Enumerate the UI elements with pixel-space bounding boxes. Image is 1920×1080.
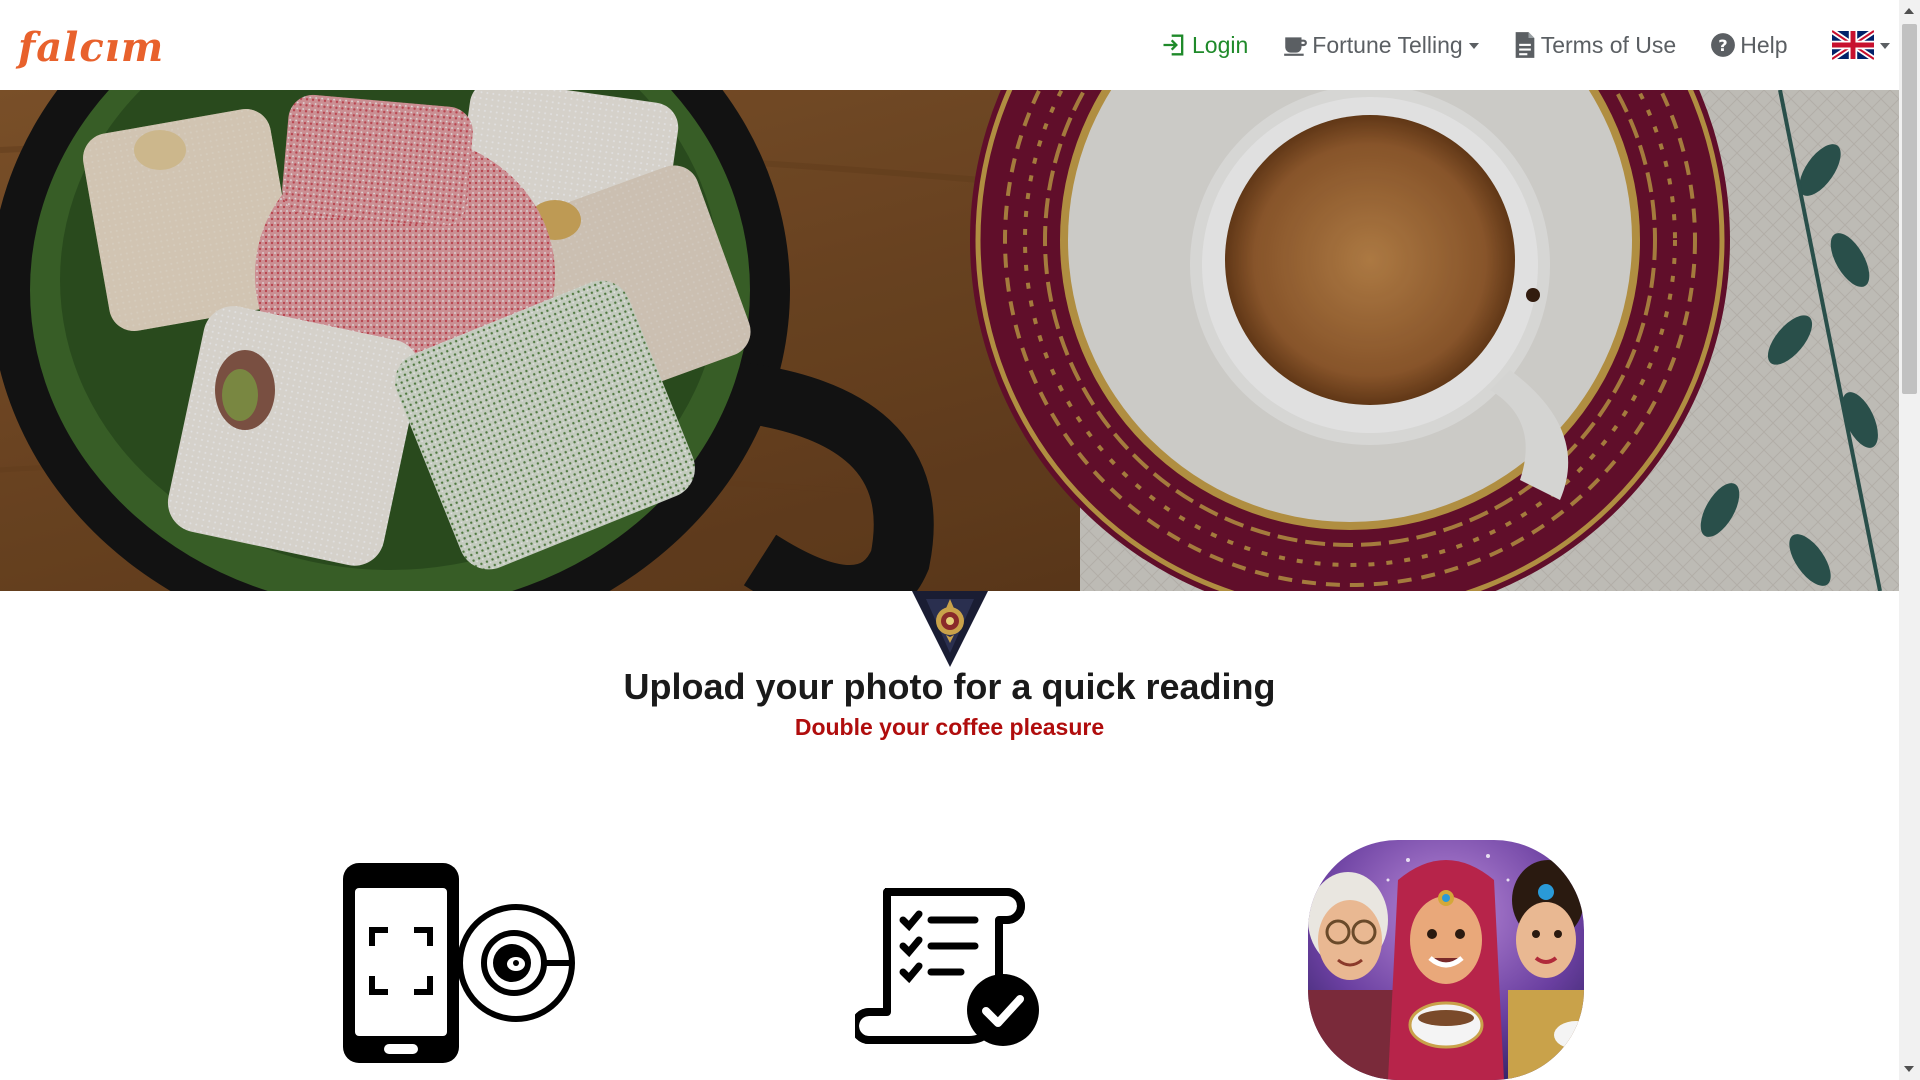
hero-banner [0,90,1899,591]
top-navbar: falcım Login Fortune Telling Terms of Us… [0,0,1899,90]
brand-logo-text: falcım [18,24,165,71]
fortune-tellers-illustration [1308,840,1584,1080]
chevron-down-icon [1879,43,1890,49]
checklist-scroll-icon [855,888,1039,1046]
fortune-telling-label: Fortune Telling [1312,31,1463,58]
nav-links: Login Fortune Telling Terms of Use ? Hel… [1160,0,1890,90]
scroll-down-icon[interactable] [1904,1066,1914,1072]
login-label: Login [1192,31,1249,58]
coffee-cup-icon [1284,37,1308,56]
scroll-up-icon[interactable] [1904,8,1914,14]
brand-logo[interactable]: falcım [18,24,164,71]
terms-of-use-label: Terms of Use [1540,31,1677,58]
fortune-telling-dropdown[interactable]: Fortune Telling [1282,31,1479,59]
phone-scan-coffee-cup-icon [343,863,575,1063]
help-label: Help [1740,31,1788,58]
page-scrollbar[interactable] [1899,0,1920,1080]
svg-text:?: ? [1719,36,1728,55]
help-link[interactable]: ? Help [1710,31,1788,59]
login-link[interactable]: Login [1160,31,1248,59]
document-icon [1515,32,1535,58]
terms-of-use-link[interactable]: Terms of Use [1513,31,1676,59]
ornament-triangle-icon [912,591,988,667]
chevron-down-icon [1468,43,1479,49]
turkish-delight-coffee-photo [0,90,1899,591]
login-icon [1163,34,1184,56]
uk-flag-icon [1831,28,1874,62]
question-circle-icon: ? [1711,33,1736,57]
page-headline: Upload your photo for a quick reading [623,666,1276,707]
scroll-thumb[interactable] [1902,24,1917,394]
page-subheadline: Double your coffee pleasure [794,714,1105,740]
language-selector[interactable] [1831,25,1890,65]
